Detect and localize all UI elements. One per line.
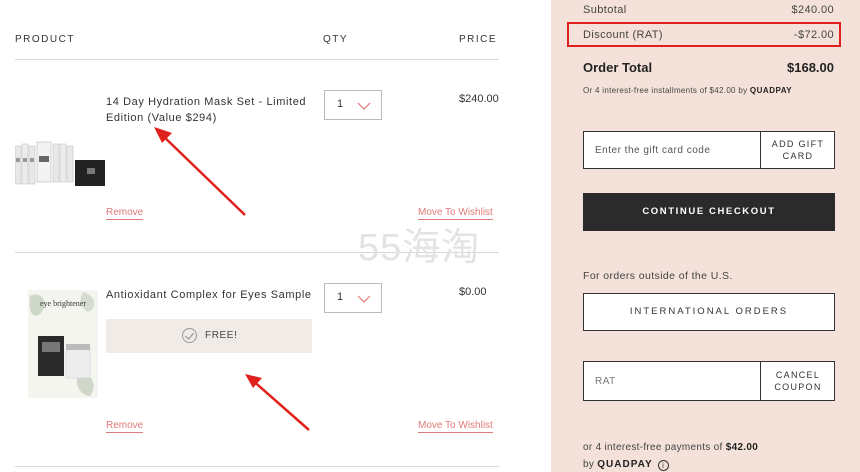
chevron-down-icon (357, 295, 371, 303)
item-price: $240.00 (459, 93, 499, 105)
quantity-value: 1 (337, 291, 344, 303)
subtotal-value: $240.00 (791, 4, 834, 16)
qty-column-header: QTY (323, 34, 349, 45)
product-name[interactable]: 14 Day Hydration Mask Set - Limited Edit… (106, 94, 316, 126)
cart-panel: PRODUCT QTY PRICE 14 Day Hydration Mask … (0, 0, 551, 472)
quadpay-logo[interactable]: QUADPAY (750, 86, 792, 95)
package-text: eye brightener (40, 299, 86, 308)
item-divider (15, 466, 499, 467)
info-icon[interactable]: i (657, 460, 669, 471)
quantity-select[interactable]: 1 (324, 283, 382, 313)
continue-checkout-button[interactable]: CONTINUE CHECKOUT (583, 193, 835, 231)
payments-note: or 4 interest-free payments of $42.00 by… (583, 442, 759, 471)
product-column-header: PRODUCT (15, 34, 75, 45)
discount-value: -$72.00 (793, 29, 834, 41)
order-summary-panel: Subtotal $240.00 Discount (RAT) -$72.00 … (551, 0, 860, 472)
header-divider (15, 59, 499, 60)
item-price: $0.00 (459, 286, 487, 298)
discount-label: Discount (RAT) (583, 29, 663, 41)
chevron-down-icon (357, 102, 371, 110)
remove-link[interactable]: Remove (106, 419, 144, 433)
add-gift-card-button[interactable]: ADD GIFT CARD (761, 132, 835, 168)
quadpay-logo[interactable]: QUADPAY (597, 459, 652, 470)
check-circle-icon (182, 328, 197, 343)
annotation-arrow-icon (245, 374, 310, 431)
price-column-header: PRICE (459, 34, 498, 45)
quantity-select[interactable]: 1 (324, 90, 382, 120)
subtotal-label: Subtotal (583, 4, 627, 16)
eye-brightener-image[interactable]: eye brightener (28, 290, 100, 405)
cancel-coupon-button[interactable]: CANCEL COUPON (761, 362, 835, 400)
free-gift-badge: FREE! (106, 319, 312, 353)
order-total-value: $168.00 (787, 60, 834, 75)
move-to-wishlist-link[interactable]: Move To Wishlist (418, 419, 493, 433)
annotation-arrow-icon (154, 127, 246, 216)
installments-note: Or 4 interest-free installments of $42.0… (583, 86, 793, 95)
order-total-label: Order Total (583, 60, 653, 75)
remove-link[interactable]: Remove (106, 206, 144, 220)
gift-card-input[interactable]: Enter the gift card code (595, 145, 710, 156)
quantity-value: 1 (337, 98, 344, 110)
hydration-mask-set-image[interactable] (14, 138, 107, 199)
outside-us-text: For orders outside of the U.S. (583, 270, 733, 282)
coupon-code-input[interactable]: RAT (595, 376, 616, 387)
free-label: FREE! (205, 330, 238, 341)
coupon-form: RAT CANCEL COUPON (583, 361, 835, 401)
gift-card-form: Enter the gift card code ADD GIFT CARD (583, 131, 835, 169)
international-orders-button[interactable]: INTERNATIONAL ORDERS (583, 293, 835, 331)
product-name[interactable]: Antioxidant Complex for Eyes Sample (106, 287, 326, 303)
watermark: 55海淘 (358, 227, 481, 269)
